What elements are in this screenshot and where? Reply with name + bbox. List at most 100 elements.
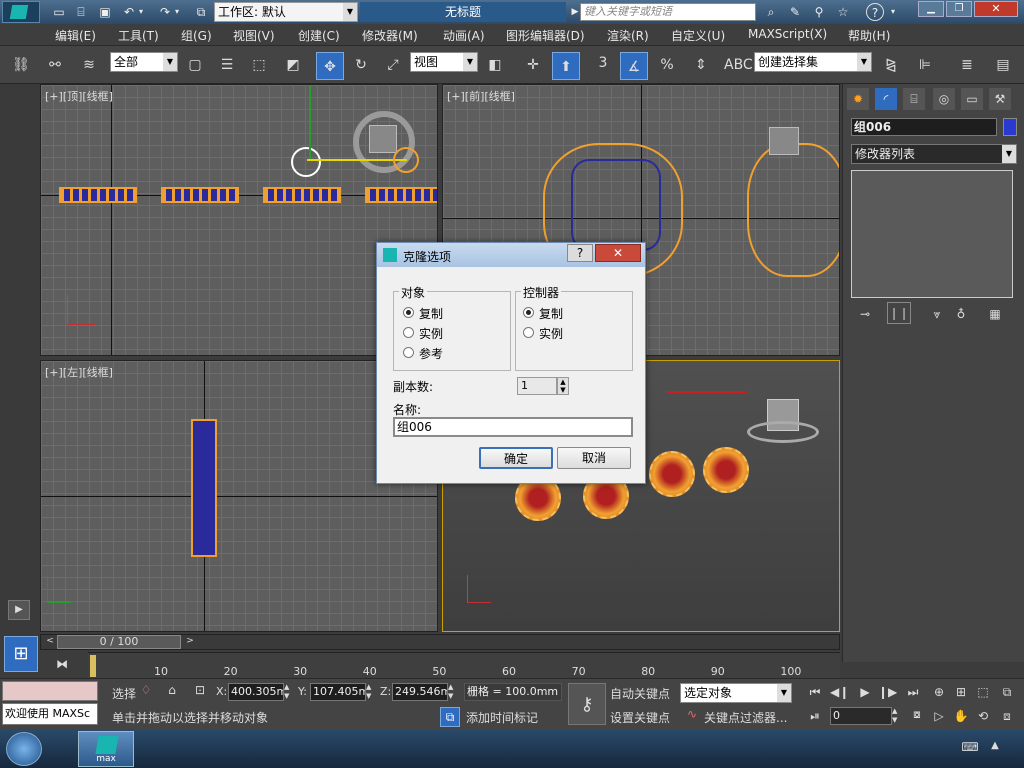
object-reference-radio[interactable]: [403, 347, 414, 358]
remove-modifier-icon[interactable]: ♁: [951, 304, 971, 324]
controller-instance-label[interactable]: 实例: [539, 325, 563, 342]
edit-named-selection-icon[interactable]: ABC: [724, 54, 753, 76]
help-icon[interactable]: ?: [866, 3, 884, 21]
select-by-name-icon[interactable]: ☰: [216, 54, 238, 76]
help-dropdown-icon[interactable]: ▾: [888, 3, 898, 21]
menu-item-9[interactable]: 自定义(U): [671, 27, 725, 44]
select-move-icon[interactable]: ✥: [316, 52, 344, 80]
x-spinner[interactable]: ▲ ▼: [284, 683, 294, 701]
go-start-icon[interactable]: ⏮: [806, 685, 824, 700]
menu-item-10[interactable]: MAXScript(X): [748, 27, 827, 41]
pivot-center-icon[interactable]: ◧: [484, 54, 506, 76]
gear-object[interactable]: [649, 451, 695, 497]
bind-space-warp-icon[interactable]: ≋: [78, 54, 100, 76]
time-slider[interactable]: < 0 / 100 >: [40, 634, 840, 650]
front-wheel-right[interactable]: [747, 143, 839, 277]
orbit-icon[interactable]: ⟲: [974, 709, 992, 723]
unlink-icon[interactable]: ⚯: [44, 54, 66, 76]
menu-item-1[interactable]: 工具(T): [118, 27, 159, 44]
percent-snap-icon[interactable]: %: [656, 54, 678, 76]
lock-selection-icon[interactable]: ⌂: [164, 683, 180, 701]
zoom-all-icon[interactable]: ⊞: [952, 685, 970, 699]
menu-item-4[interactable]: 创建(C): [298, 27, 340, 44]
dialog-close-button[interactable]: ✕: [595, 244, 641, 262]
save-file-icon[interactable]: ▣: [96, 3, 114, 21]
app-logo-button[interactable]: [2, 1, 40, 23]
motion-tab-icon[interactable]: ◎: [933, 88, 955, 110]
welcome-text[interactable]: 欢迎使用 MAXSc: [2, 703, 98, 725]
configure-sets-icon[interactable]: ▦: [985, 304, 1005, 324]
menu-item-5[interactable]: 修改器(M): [362, 27, 418, 44]
y-coord-field[interactable]: 107.405mm: [310, 683, 366, 701]
zoom-extents-icon[interactable]: ⬚: [974, 685, 992, 699]
notification-arrow-icon[interactable]: ▲: [988, 740, 1002, 756]
redo-dropdown-icon[interactable]: ▾: [172, 3, 182, 21]
make-unique-icon[interactable]: ⩔: [927, 304, 947, 324]
copies-input[interactable]: 1: [517, 377, 557, 395]
controller-copy-radio[interactable]: [523, 307, 534, 318]
restore-button[interactable]: ❐: [946, 1, 972, 17]
curve-editor-icon[interactable]: ⧓: [52, 654, 72, 674]
dialog-help-button[interactable]: ?: [567, 244, 593, 262]
viewport-layout-icon[interactable]: ⊞: [4, 636, 38, 672]
key-mode-icon[interactable]: ⏯: [806, 709, 824, 724]
workspace-dropdown[interactable]: 工作区: 默认 ▼: [214, 2, 358, 22]
spinner-snap-icon[interactable]: ⇕: [690, 54, 712, 76]
menu-item-2[interactable]: 组(G): [181, 27, 212, 44]
field-of-view-icon[interactable]: ▷: [930, 709, 948, 723]
current-frame-marker[interactable]: [90, 655, 96, 677]
rail-object[interactable]: [59, 187, 137, 203]
x-coord-field[interactable]: 400.305mm: [228, 683, 284, 701]
frame-spinner[interactable]: ▲ ▼: [892, 707, 902, 725]
rail-object[interactable]: [365, 187, 437, 203]
viewport-left-label[interactable]: [+][左][线框]: [45, 364, 113, 380]
time-slider-prev-button[interactable]: <: [43, 636, 57, 648]
expand-play-icon[interactable]: ▶: [8, 600, 30, 620]
object-reference-label[interactable]: 参考: [419, 345, 443, 362]
new-file-icon[interactable]: ▭: [50, 3, 68, 21]
track-bar[interactable]: 10 20 30 40 50 60 70 80 90 100: [88, 652, 840, 678]
go-end-icon[interactable]: ⏭: [904, 685, 922, 700]
set-key-button[interactable]: 设置关键点: [610, 709, 670, 726]
pin-stack-icon[interactable]: ⊸: [855, 304, 875, 324]
zoom-icon[interactable]: ⊕: [930, 685, 948, 699]
time-slider-thumb[interactable]: 0 / 100: [57, 635, 181, 649]
object-instance-radio[interactable]: [403, 327, 414, 338]
object-name-field[interactable]: 组006: [851, 118, 997, 136]
y-spinner[interactable]: ▲ ▼: [366, 683, 376, 701]
maximize-viewport-icon[interactable]: ⧈: [998, 709, 1016, 724]
rail-object[interactable]: [161, 187, 239, 203]
snap-toggle-icon[interactable]: 3: [592, 52, 614, 74]
controller-copy-label[interactable]: 复制: [539, 305, 563, 322]
time-config-icon[interactable]: ⧇: [908, 707, 926, 722]
pan-hand-icon[interactable]: ✋: [952, 709, 970, 723]
time-slider-next-button[interactable]: >: [183, 636, 197, 648]
favorites-star-icon[interactable]: ☆: [834, 3, 852, 21]
open-file-icon[interactable]: ⌸: [72, 3, 90, 21]
z-coord-field[interactable]: 249.546mm: [392, 683, 448, 701]
graphite-toolbar-icon[interactable]: ▤: [992, 54, 1014, 76]
modifier-list-dropdown[interactable]: 修改器列表 ▼: [851, 144, 1017, 164]
isolate-bulb-icon[interactable]: ♢: [138, 683, 154, 701]
object-copy-radio[interactable]: [403, 307, 414, 318]
keyboard-shortcut-override-icon[interactable]: ⬆: [552, 52, 580, 80]
menu-item-11[interactable]: 帮助(H): [848, 27, 890, 44]
menu-item-0[interactable]: 编辑(E): [55, 27, 96, 44]
communication-icon[interactable]: ⚲: [810, 3, 828, 21]
z-spinner[interactable]: ▲ ▼: [448, 683, 458, 701]
create-tab-icon[interactable]: ✹: [847, 88, 869, 110]
auto-key-button[interactable]: 自动关键点: [610, 685, 670, 702]
controller-instance-radio[interactable]: [523, 327, 534, 338]
object-color-swatch[interactable]: [1003, 118, 1017, 136]
undo-dropdown-icon[interactable]: ▾: [136, 3, 146, 21]
display-tab-icon[interactable]: ▭: [961, 88, 983, 110]
selection-filter-dropdown[interactable]: 全部 ▼: [110, 52, 178, 72]
gear-object[interactable]: [703, 447, 749, 493]
hierarchy-tab-icon[interactable]: ⌸: [903, 88, 925, 110]
rail-object[interactable]: [263, 187, 341, 203]
set-key-icon[interactable]: ⚷: [568, 683, 606, 725]
selected-object-gizmo[interactable]: [291, 147, 321, 177]
minimize-button[interactable]: ▁: [918, 1, 944, 17]
menu-item-6[interactable]: 动画(A): [443, 27, 485, 44]
play-icon[interactable]: ▶: [856, 685, 874, 699]
